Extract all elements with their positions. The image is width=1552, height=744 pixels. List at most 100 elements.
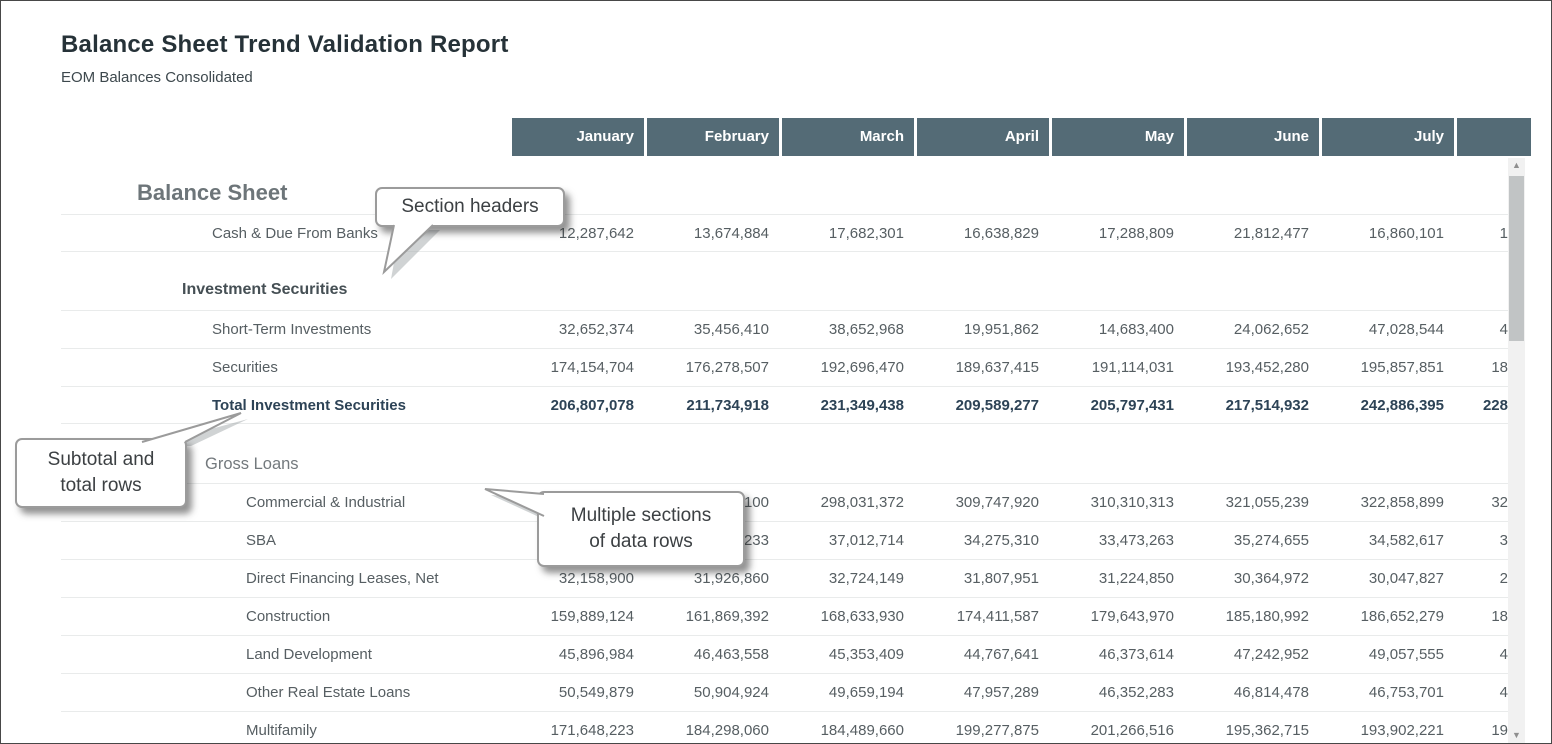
cell-april: 189,637,415 [917, 349, 1052, 386]
callout-text: Section headers [401, 194, 538, 220]
cell-march: 192,696,470 [782, 349, 917, 386]
section-header-row: Gross Loans [61, 449, 1508, 479]
row-label: Multifamily [246, 712, 317, 744]
row-label: Land Development [246, 636, 372, 673]
cell-may: 310,310,313 [1052, 484, 1187, 521]
cell-clipped: 18 [1457, 349, 1508, 386]
column-header-july: July [1322, 118, 1454, 156]
table-row: SBA 233 37,012,714 34,275,310 33,473,263… [61, 521, 1508, 559]
section-header-row: Investment Securities [61, 275, 1508, 305]
cell-march: 17,682,301 [782, 215, 917, 252]
cell-january: 50,549,879 [512, 674, 647, 711]
cell-june: 46,814,478 [1187, 674, 1322, 711]
row-label: Direct Financing Leases, Net [246, 560, 439, 597]
section-header-label: Gross Loans [205, 449, 299, 479]
cell-clipped: 4 [1457, 636, 1508, 673]
cell-january: 45,896,984 [512, 636, 647, 673]
cell-april: 174,411,587 [917, 598, 1052, 635]
table-row: Commercial & Industrial 100 298,031,372 … [61, 483, 1508, 521]
cell-february: 50,904,924 [647, 674, 782, 711]
cell-april: 209,589,277 [917, 387, 1052, 424]
cell-july: 242,886,395 [1322, 387, 1457, 424]
cell-may: 17,288,809 [1052, 215, 1187, 252]
cell-june: 193,452,280 [1187, 349, 1322, 386]
cell-april: 47,957,289 [917, 674, 1052, 711]
row-label: SBA [246, 522, 276, 559]
cell-april: 31,807,951 [917, 560, 1052, 597]
row-label: Cash & Due From Banks [212, 215, 378, 252]
column-header-clipped [1457, 118, 1531, 156]
cell-june: 195,362,715 [1187, 712, 1322, 744]
table-row: Cash & Due From Banks 12,287,642 13,674,… [61, 214, 1508, 252]
scroll-down-icon[interactable]: ▼ [1508, 728, 1525, 743]
callout-subtotal-total-rows: Subtotal and total rows [15, 438, 187, 508]
cell-may: 33,473,263 [1052, 522, 1187, 559]
cell-march: 38,652,968 [782, 311, 917, 348]
column-header-june: June [1187, 118, 1319, 156]
cell-clipped: 228 [1457, 387, 1508, 424]
report-window: Balance Sheet Trend Validation Report EO… [0, 0, 1552, 744]
cell-february: 184,298,060 [647, 712, 782, 744]
row-label: Commercial & Industrial [246, 484, 405, 521]
cell-clipped: 18 [1457, 598, 1508, 635]
section-header-label: Investment Securities [182, 275, 347, 305]
scroll-up-icon[interactable]: ▲ [1508, 158, 1525, 173]
cell-june: 35,274,655 [1187, 522, 1322, 559]
cell-april: 44,767,641 [917, 636, 1052, 673]
row-label: Other Real Estate Loans [246, 674, 410, 711]
cell-clipped: 4 [1457, 674, 1508, 711]
cell-june: 217,514,932 [1187, 387, 1322, 424]
row-label: Construction [246, 598, 330, 635]
vertical-scrollbar[interactable]: ▲ ▼ [1508, 158, 1525, 744]
table-section-title: Balance Sheet [137, 180, 287, 206]
row-label: Short-Term Investments [212, 311, 371, 348]
cell-may: 14,683,400 [1052, 311, 1187, 348]
cell-july: 195,857,851 [1322, 349, 1457, 386]
cell-clipped: 19 [1457, 712, 1508, 744]
column-header-february: February [647, 118, 779, 156]
cell-january: 206,807,078 [512, 387, 647, 424]
cell-july: 16,860,101 [1322, 215, 1457, 252]
column-header-march: March [782, 118, 914, 156]
cell-february: 46,463,558 [647, 636, 782, 673]
cell-april: 19,951,862 [917, 311, 1052, 348]
cell-march: 32,724,149 [782, 560, 917, 597]
cell-march: 184,489,660 [782, 712, 917, 744]
table-row: Securities 174,154,704 176,278,507 192,6… [61, 348, 1508, 386]
callout-multiple-sections: Multiple sections of data rows [537, 491, 745, 567]
cell-clipped: 1 [1457, 215, 1508, 252]
cell-february: 176,278,507 [647, 349, 782, 386]
page-subtitle: EOM Balances Consolidated [61, 69, 253, 86]
cell-may: 46,352,283 [1052, 674, 1187, 711]
scrollbar-thumb[interactable] [1509, 176, 1524, 341]
column-header-january: January [512, 118, 644, 156]
cell-clipped: 2 [1457, 560, 1508, 597]
cell-january: 174,154,704 [512, 349, 647, 386]
callout-text: Multiple sections of data rows [571, 503, 711, 554]
cell-july: 46,753,701 [1322, 674, 1457, 711]
cell-april: 199,277,875 [917, 712, 1052, 744]
cell-july: 49,057,555 [1322, 636, 1457, 673]
table-row: Construction 159,889,124 161,869,392 168… [61, 597, 1508, 635]
cell-january: 171,648,223 [512, 712, 647, 744]
page-title: Balance Sheet Trend Validation Report [61, 31, 509, 59]
row-label: Securities [212, 349, 278, 386]
cell-clipped: 4 [1457, 311, 1508, 348]
row-label: Total Investment Securities [212, 387, 406, 424]
cell-july: 47,028,544 [1322, 311, 1457, 348]
cell-may: 201,266,516 [1052, 712, 1187, 744]
cell-june: 21,812,477 [1187, 215, 1322, 252]
cell-march: 168,633,930 [782, 598, 917, 635]
table-row: Land Development 45,896,984 46,463,558 4… [61, 635, 1508, 673]
cell-february: 211,734,918 [647, 387, 782, 424]
cell-may: 179,643,970 [1052, 598, 1187, 635]
total-row: Total Investment Securities 206,807,078 … [61, 386, 1508, 424]
cell-march: 49,659,194 [782, 674, 917, 711]
cell-june: 185,180,992 [1187, 598, 1322, 635]
cell-march: 231,349,438 [782, 387, 917, 424]
cell-may: 46,373,614 [1052, 636, 1187, 673]
cell-june: 321,055,239 [1187, 484, 1322, 521]
cell-may: 31,224,850 [1052, 560, 1187, 597]
cell-june: 24,062,652 [1187, 311, 1322, 348]
column-header-may: May [1052, 118, 1184, 156]
